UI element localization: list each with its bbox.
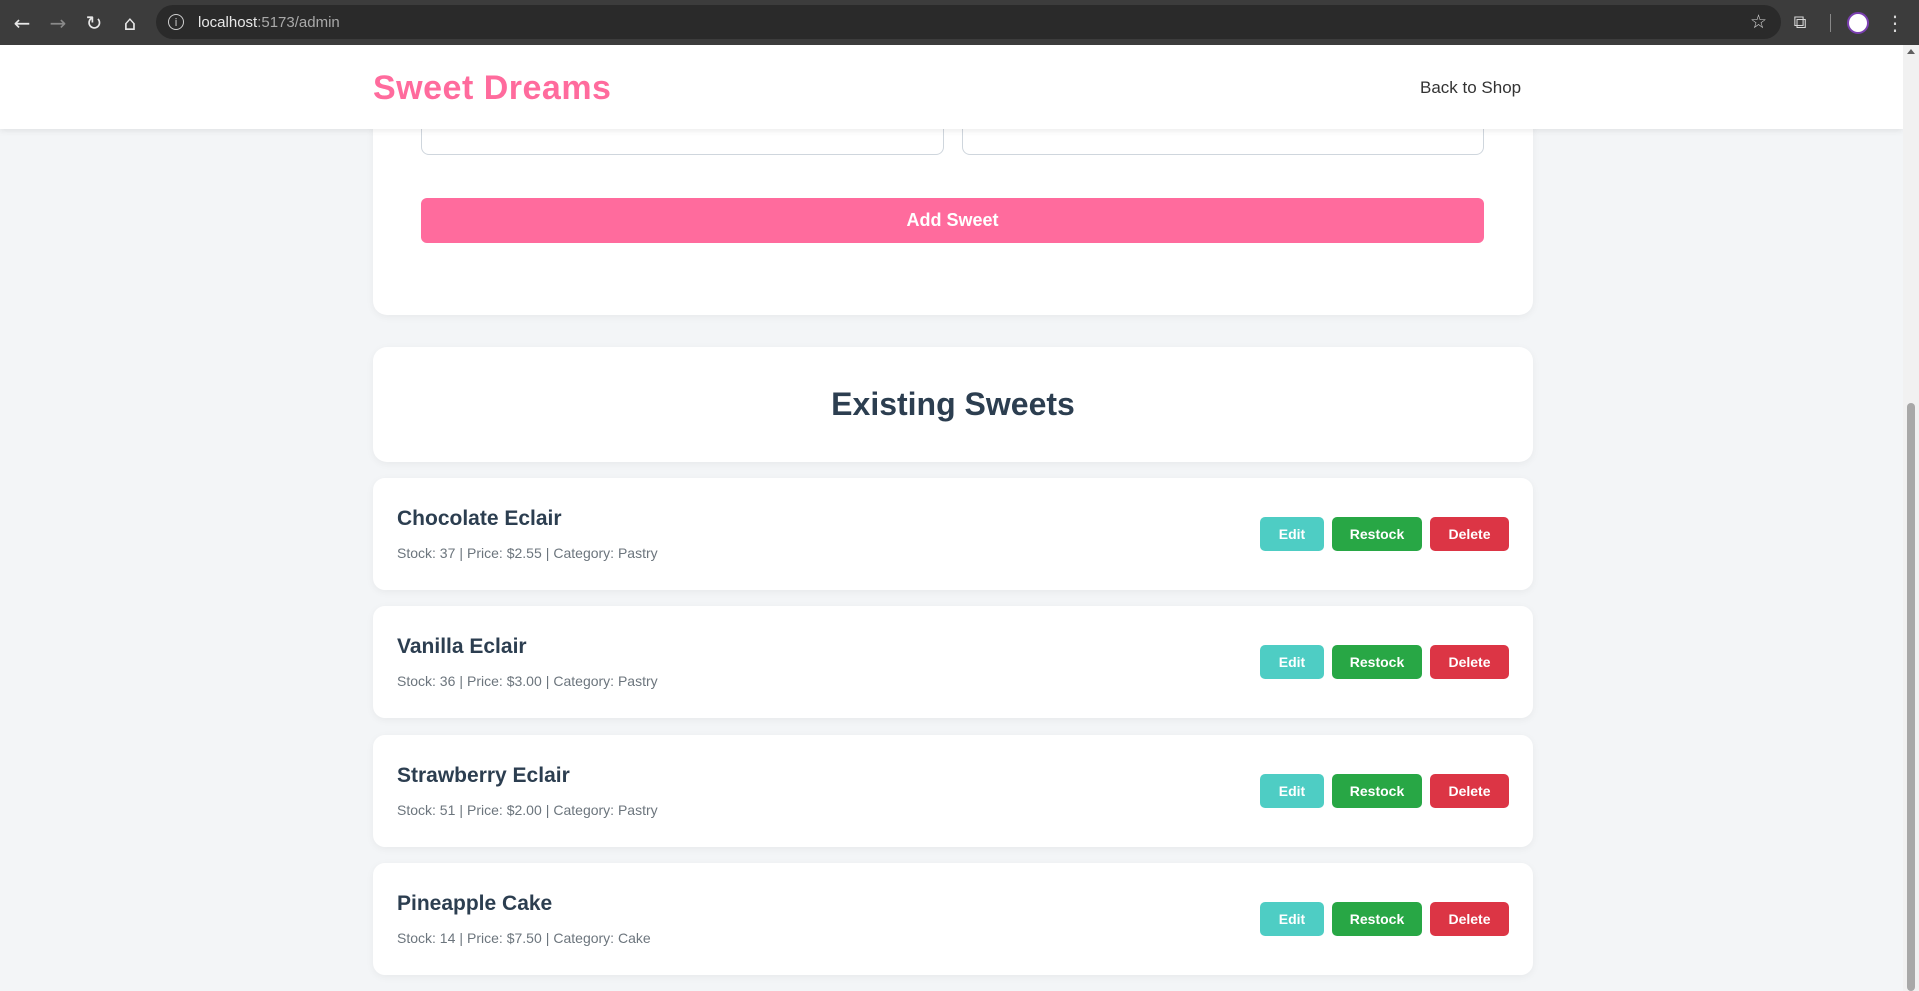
add-sweet-button[interactable]: Add Sweet	[421, 198, 1484, 243]
section-title: Existing Sweets	[831, 386, 1075, 422]
page-scrollbar[interactable]	[1903, 45, 1919, 991]
sweet-list-item: Strawberry Eclair Stock: 51 | Price: $2.00…	[373, 735, 1533, 847]
restock-button[interactable]: Restock	[1332, 902, 1422, 936]
page-viewport: Add Sweet Existing Sweets Chocolate Ecla…	[0, 45, 1903, 991]
scrollbar-thumb[interactable]	[1907, 403, 1915, 991]
existing-sweets-header: Existing Sweets	[373, 347, 1533, 462]
delete-button[interactable]: Delete	[1430, 645, 1509, 679]
edit-button[interactable]: Edit	[1260, 517, 1324, 551]
address-bar[interactable]: i localhost:5173/admin ☆	[156, 5, 1781, 39]
scroll-up-arrow-icon[interactable]	[1907, 49, 1915, 54]
sweet-name: Vanilla Eclair	[397, 635, 527, 658]
sweet-list-item: Vanilla Eclair Stock: 36 | Price: $3.00 | Ca…	[373, 606, 1533, 718]
back-to-shop-link[interactable]: Back to Shop	[1420, 78, 1521, 98]
extensions-icon[interactable]: ⧉	[1790, 12, 1810, 33]
forward-arrow-icon[interactable]: →	[40, 0, 76, 45]
delete-button[interactable]: Delete	[1430, 517, 1509, 551]
restock-button[interactable]: Restock	[1332, 517, 1422, 551]
sweet-name: Strawberry Eclair	[397, 764, 570, 787]
restock-button[interactable]: Restock	[1332, 774, 1422, 808]
site-info-icon[interactable]: i	[168, 14, 184, 30]
back-arrow-icon[interactable]: ←	[4, 0, 40, 45]
sweet-list-item: Pineapple Cake Stock: 14 | Price: $7.50 | Ca…	[373, 863, 1533, 975]
edit-button[interactable]: Edit	[1260, 902, 1324, 936]
browser-toolbar: ← → ↻ ⌂ i localhost:5173/admin ☆ ⧉ ⋮	[0, 0, 1919, 45]
sweet-name: Pineapple Cake	[397, 892, 553, 915]
sweet-details: Stock: 37 | Price: $2.55 | Category: Pastry	[397, 545, 658, 561]
bookmark-star-icon[interactable]: ☆	[1750, 11, 1767, 33]
home-icon[interactable]: ⌂	[112, 0, 148, 45]
sweet-name: Chocolate Eclair	[397, 507, 562, 530]
logo[interactable]: Sweet Dreams	[373, 69, 611, 108]
delete-button[interactable]: Delete	[1430, 902, 1509, 936]
toolbar-divider	[1830, 13, 1831, 32]
profile-avatar[interactable]	[1847, 11, 1869, 34]
url-text[interactable]: localhost:5173/admin	[198, 14, 340, 31]
edit-button[interactable]: Edit	[1260, 645, 1324, 679]
browser-menu-icon[interactable]: ⋮	[1885, 11, 1905, 35]
sweet-list-item: Chocolate Eclair Stock: 37 | Price: $2.55 |…	[373, 478, 1533, 590]
sweet-details: Stock: 14 | Price: $7.50 | Category: Cake	[397, 930, 651, 946]
restock-button[interactable]: Restock	[1332, 645, 1422, 679]
delete-button[interactable]: Delete	[1430, 774, 1509, 808]
sweet-details: Stock: 36 | Price: $3.00 | Category: Pastry	[397, 673, 658, 689]
edit-button[interactable]: Edit	[1260, 774, 1324, 808]
site-header: Sweet Dreams Back to Shop	[0, 45, 1903, 129]
sweet-details: Stock: 51 | Price: $2.00 | Category: Pastry	[397, 802, 658, 818]
reload-icon[interactable]: ↻	[76, 0, 112, 45]
